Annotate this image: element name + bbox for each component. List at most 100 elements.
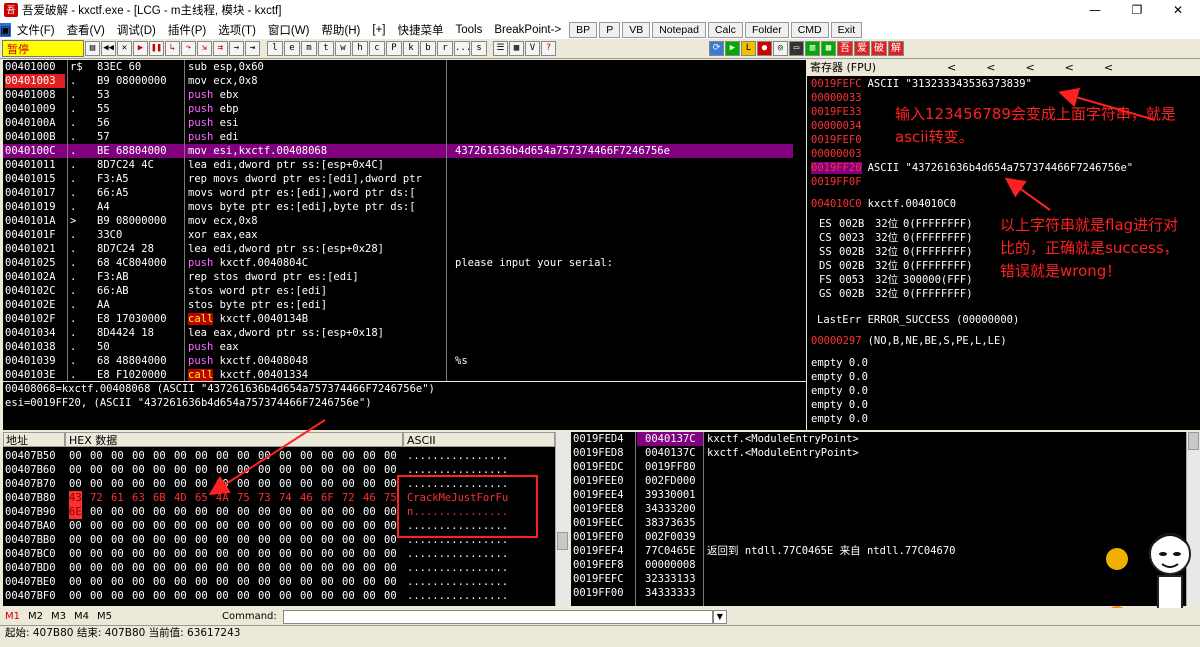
disasm-row[interactable]: 0040100B. 57 push edi xyxy=(3,130,793,144)
dump-byte[interactable]: 6F xyxy=(321,491,334,505)
dump-byte[interactable]: 00 xyxy=(90,463,103,477)
register-nav-arrow[interactable]: < xyxy=(1104,60,1113,76)
dump-byte[interactable]: 00 xyxy=(279,477,292,491)
dump-byte[interactable]: 00 xyxy=(279,449,292,463)
dump-byte[interactable]: 4D xyxy=(174,491,187,505)
disasm-row[interactable]: 0040101A > B9 08000000 mov ecx,0x8 xyxy=(3,214,793,228)
minimize-button[interactable]: — xyxy=(1075,0,1115,20)
disasm-row[interactable]: 00401025. 68 4C804000 push kxctf.0040804C p… xyxy=(3,256,793,270)
menu-item[interactable]: 文件(F) xyxy=(11,22,61,38)
stack-row[interactable]: 0019FED8 0040137C kxctf.<ModuleEntryPoint> xyxy=(571,446,1186,460)
dump-row[interactable]: 00407BC0 00 00 00 00 00 00 00 00 00 00 00 00 00 00 00 00… xyxy=(3,547,555,561)
window-letter-button[interactable]: m xyxy=(301,41,317,56)
plugin-cn-button[interactable]: 吾 xyxy=(837,41,853,56)
dump-byte[interactable]: 00 xyxy=(237,533,250,547)
dump-byte[interactable]: 00 xyxy=(279,463,292,477)
dump-byte[interactable]: 00 xyxy=(237,547,250,561)
disasm-row[interactable]: 00401038. 50 push eax xyxy=(3,340,793,354)
disasm-row[interactable]: 0040102F. E8 17030000 call kxctf.0040134B xyxy=(3,312,793,326)
memory-tab[interactable]: M2 xyxy=(28,611,43,622)
register-nav-arrow[interactable]: < xyxy=(1065,60,1074,76)
dump-byte[interactable]: 00 xyxy=(384,449,397,463)
stack-row[interactable]: 0019FEF0 002F0039 xyxy=(571,530,1186,544)
dump-byte[interactable]: 00 xyxy=(342,477,355,491)
menu-item[interactable]: 调试(D) xyxy=(111,22,162,38)
trace-into-icon[interactable]: ⇲ xyxy=(197,41,212,56)
dump-byte[interactable]: 00 xyxy=(300,533,313,547)
dump-byte[interactable]: 00 xyxy=(111,575,124,589)
dump-byte[interactable]: 00 xyxy=(195,505,208,519)
disasm-row[interactable]: 0040100C. BE 68804000 mov esi,kxctf.004080… xyxy=(3,144,793,158)
dump-byte[interactable]: 00 xyxy=(216,547,229,561)
menu-item[interactable]: 选项(T) xyxy=(212,22,262,38)
dump-byte[interactable]: 00 xyxy=(216,519,229,533)
dump-byte[interactable]: 00 xyxy=(237,449,250,463)
dump-row[interactable]: 00407BF0 00 00 00 00 00 00 00 00 00 00 00 00 00 00 00 00… xyxy=(3,589,555,603)
dump-byte[interactable]: 00 xyxy=(363,589,376,603)
dump-byte[interactable]: 00 xyxy=(111,561,124,575)
dump-byte[interactable]: 00 xyxy=(279,547,292,561)
dump-byte[interactable]: 00 xyxy=(342,575,355,589)
execute-till-return-icon[interactable]: → xyxy=(229,41,244,56)
dump-byte[interactable]: 00 xyxy=(363,449,376,463)
dump-byte[interactable]: 00 xyxy=(174,519,187,533)
dump-byte[interactable]: 00 xyxy=(321,463,334,477)
stop-icon[interactable]: ● xyxy=(757,41,772,56)
disasm-row[interactable]: 00401011. 8D7C24 4C lea edi,dword ptr ss:[… xyxy=(3,158,793,172)
window-letter-button[interactable]: c xyxy=(369,41,385,56)
dump-ascii-header[interactable]: ASCII xyxy=(403,432,555,447)
dump-byte[interactable]: 00 xyxy=(300,477,313,491)
dump-byte[interactable]: 00 xyxy=(132,533,145,547)
dump-byte[interactable]: 00 xyxy=(237,519,250,533)
window-letter-button[interactable]: k xyxy=(403,41,419,56)
dump-byte[interactable]: 00 xyxy=(111,519,124,533)
dump-byte[interactable]: 00 xyxy=(195,519,208,533)
register-nav-arrow[interactable]: < xyxy=(1025,60,1034,76)
dump-byte[interactable]: 00 xyxy=(384,505,397,519)
dump-byte[interactable]: 00 xyxy=(90,519,103,533)
dump-byte[interactable]: 46 xyxy=(300,491,313,505)
dump-byte[interactable]: 00 xyxy=(195,463,208,477)
dump-byte[interactable]: 00 xyxy=(195,575,208,589)
stack-row[interactable]: 0019FEF8 00000008 xyxy=(571,558,1186,572)
fpu-row[interactable]: empty 0.0 xyxy=(811,356,868,370)
window-letter-button[interactable]: w xyxy=(335,41,351,56)
dump-byte[interactable]: 00 xyxy=(69,477,82,491)
dump-byte[interactable]: 00 xyxy=(384,463,397,477)
dump-byte[interactable]: 00 xyxy=(195,547,208,561)
dump-byte[interactable]: 00 xyxy=(321,477,334,491)
dump-byte[interactable]: 00 xyxy=(216,477,229,491)
menu-tool-button[interactable]: Notepad xyxy=(652,21,706,38)
disasm-row[interactable]: 00401003. B9 08000000 mov ecx,0x8 xyxy=(3,74,793,88)
disasm-row[interactable]: 00401019. A4 movs byte ptr es:[edi],byte p… xyxy=(3,200,793,214)
dump-byte[interactable]: 00 xyxy=(132,575,145,589)
dump-byte[interactable]: 00 xyxy=(363,519,376,533)
window-letter-button[interactable]: r xyxy=(437,41,453,56)
menu-tool-button[interactable]: Exit xyxy=(830,21,863,38)
dump-byte[interactable]: 00 xyxy=(174,589,187,603)
plugin-cn-button[interactable]: 爱 xyxy=(854,41,870,56)
dump-byte[interactable]: 00 xyxy=(237,477,250,491)
dump-byte[interactable]: 00 xyxy=(300,449,313,463)
help-icon[interactable]: ? xyxy=(541,41,556,56)
stack-row[interactable]: 0019FEE8 34333200 xyxy=(571,502,1186,516)
dump-byte[interactable]: 00 xyxy=(174,561,187,575)
register-row[interactable]: 00000033 xyxy=(811,91,868,105)
window-letter-button[interactable]: ... xyxy=(454,41,471,56)
dump-byte[interactable]: 00 xyxy=(132,561,145,575)
dump-byte[interactable]: 00 xyxy=(153,547,166,561)
memory-tab[interactable]: M4 xyxy=(74,611,89,622)
dump-byte[interactable]: 00 xyxy=(384,575,397,589)
register-row[interactable]: 0019FE33 xyxy=(811,105,868,119)
dump-byte[interactable]: 00 xyxy=(363,561,376,575)
fpu-row[interactable]: empty 0.0 xyxy=(811,398,868,412)
menu-tool-button[interactable]: Calc xyxy=(707,21,743,38)
dump-byte[interactable]: 00 xyxy=(69,561,82,575)
pause-icon[interactable]: ❚❚ xyxy=(149,41,164,56)
dump-byte[interactable]: 00 xyxy=(69,547,82,561)
dump-byte[interactable]: 00 xyxy=(342,505,355,519)
dump-byte[interactable]: 00 xyxy=(153,463,166,477)
dump-byte[interactable]: 00 xyxy=(153,589,166,603)
dump-byte[interactable]: 00 xyxy=(321,505,334,519)
menu-item[interactable]: 查看(V) xyxy=(61,22,111,38)
